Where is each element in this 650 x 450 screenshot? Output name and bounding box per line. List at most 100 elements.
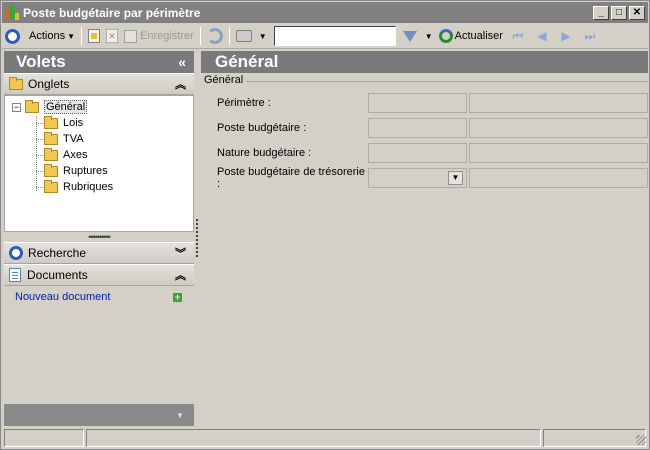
first-record-icon[interactable]: ⏮ xyxy=(510,28,526,44)
chevron-down-icon[interactable]: ▼ xyxy=(448,171,463,185)
section-onglets-label: Onglets xyxy=(28,77,70,91)
form-row-poste: Poste budgétaire : xyxy=(217,118,648,138)
document-icon xyxy=(9,268,21,282)
tree-item-label: Ruptures xyxy=(63,165,108,177)
folder-icon xyxy=(44,179,58,193)
volets-header: Volets « xyxy=(4,51,194,73)
app-icon xyxy=(5,5,19,20)
save-button[interactable]: Enregistrer xyxy=(121,25,197,47)
close-button[interactable]: ✕ xyxy=(629,5,645,20)
folder-icon xyxy=(44,163,58,177)
section-recherche[interactable]: Recherche ︾ xyxy=(4,242,194,264)
filter-icon xyxy=(402,30,417,42)
resize-grip[interactable] xyxy=(636,435,646,445)
perimetre-code-field[interactable] xyxy=(368,93,467,113)
next-record-icon[interactable]: ▶ xyxy=(558,28,574,44)
form-row-nature: Nature budgétaire : xyxy=(217,143,648,163)
status-cell xyxy=(543,429,646,447)
last-record-icon[interactable]: ⏭ xyxy=(582,28,598,44)
toolbar-separator xyxy=(199,27,201,45)
filter-button[interactable]: ▼ xyxy=(396,25,436,47)
field-label: Périmètre : xyxy=(217,97,271,109)
toolbar-separator xyxy=(81,27,82,45)
search-input[interactable] xyxy=(273,26,396,46)
open-folder-icon xyxy=(25,99,39,113)
refresh-icon xyxy=(438,29,453,43)
refresh-label: Actualiser xyxy=(454,30,503,42)
tab-tree: − Général Lois TVA Axes Ruptures Rubriqu… xyxy=(4,95,194,232)
actions-menu-button[interactable]: Actions ▼ xyxy=(2,25,78,47)
panel-footer[interactable]: ▼ xyxy=(4,404,194,426)
main-window: Poste budgétaire par périmètre _ □ ✕ Act… xyxy=(0,0,650,450)
delete-icon: ✕ xyxy=(106,29,118,43)
status-cell xyxy=(4,429,84,447)
tree-item-label: Rubriques xyxy=(63,181,114,193)
folder-icon xyxy=(44,131,58,145)
side-panel: Volets « Onglets ︽ − Général Lois TVA Ax… xyxy=(4,51,194,426)
main-panel: Général Général Périmètre : Poste budgét… xyxy=(201,51,648,426)
perimetre-name-field[interactable] xyxy=(469,93,648,113)
search-icon xyxy=(9,246,23,260)
tree-item[interactable]: TVA xyxy=(12,131,193,147)
save-icon xyxy=(124,29,137,43)
chevron-down-icon: ▼ xyxy=(67,31,75,41)
maximize-button[interactable]: □ xyxy=(611,5,627,20)
add-icon[interactable]: + xyxy=(173,292,182,302)
nature-name-field[interactable] xyxy=(469,143,648,163)
tree-collapse-toggle[interactable]: − xyxy=(12,102,21,112)
new-button[interactable] xyxy=(85,25,103,47)
field-label: Nature budgétaire : xyxy=(217,147,312,159)
status-cell xyxy=(86,429,541,447)
chevron-down-icon: ▼ xyxy=(176,410,184,420)
poste-code-field[interactable] xyxy=(368,118,467,138)
tree-item[interactable]: Rubriques xyxy=(12,179,193,195)
chevron-down-icon: ▼ xyxy=(424,31,433,41)
new-document-link[interactable]: Nouveau document + xyxy=(4,286,194,308)
refresh-button[interactable]: Actualiser xyxy=(436,25,506,47)
tree-item-label: Lois xyxy=(63,117,84,129)
tree-item-general[interactable]: − Général xyxy=(12,99,193,115)
tree-item-label: Axes xyxy=(63,149,88,161)
tresorerie-combo[interactable]: ▼ xyxy=(368,168,467,188)
folder-icon xyxy=(44,115,58,129)
save-label: Enregistrer xyxy=(140,30,194,42)
section-onglets[interactable]: Onglets ︽ xyxy=(4,73,194,95)
section-splitter[interactable]: •••••••••• xyxy=(4,232,194,242)
printer-icon xyxy=(235,30,252,42)
chevron-up-icon: ︽ xyxy=(175,79,186,91)
sync-icon xyxy=(206,28,223,44)
sync-button[interactable] xyxy=(204,25,226,47)
collapse-panel-button[interactable]: « xyxy=(178,54,186,70)
group-title: Général xyxy=(204,74,247,86)
tree-item[interactable]: Axes xyxy=(12,147,193,163)
title-bar: Poste budgétaire par périmètre _ □ ✕ xyxy=(2,2,648,23)
tresorerie-name-field[interactable] xyxy=(469,168,648,188)
field-label: Poste budgétaire : xyxy=(217,122,307,134)
panel-splitter[interactable] xyxy=(196,219,199,257)
section-documents-label: Documents xyxy=(27,268,88,282)
new-document-label: Nouveau document xyxy=(15,291,111,303)
previous-record-icon[interactable]: ◀ xyxy=(534,28,550,44)
tree-item-label: Général xyxy=(44,100,88,114)
section-documents[interactable]: Documents ︽ xyxy=(4,264,194,286)
folder-icon xyxy=(44,147,58,161)
delete-button[interactable]: ✕ xyxy=(103,25,121,47)
group-divider xyxy=(244,81,648,82)
toolbar-separator xyxy=(228,27,230,45)
chevron-down-icon: ︾ xyxy=(175,248,186,260)
poste-name-field[interactable] xyxy=(469,118,648,138)
form-row-tresorerie: Poste budgétaire de trésorerie : ▼ xyxy=(217,166,648,190)
tree-item[interactable]: Lois xyxy=(12,115,193,131)
chevron-up-icon: ︽ xyxy=(175,270,186,282)
tree-item-label: TVA xyxy=(63,133,84,145)
new-document-icon xyxy=(88,29,100,43)
toolbar: Actions ▼ ✕ Enregistrer ▼ ▼ Actualiser ⏮… xyxy=(2,24,648,49)
section-recherche-label: Recherche xyxy=(28,246,87,260)
minimize-button[interactable]: _ xyxy=(593,5,609,20)
tree-item[interactable]: Ruptures xyxy=(12,163,193,179)
page-title: Général xyxy=(201,51,648,73)
print-button[interactable]: ▼ xyxy=(233,25,270,47)
chevron-down-icon: ▼ xyxy=(258,31,267,41)
actions-label: Actions xyxy=(29,30,66,42)
nature-code-field[interactable] xyxy=(368,143,467,163)
